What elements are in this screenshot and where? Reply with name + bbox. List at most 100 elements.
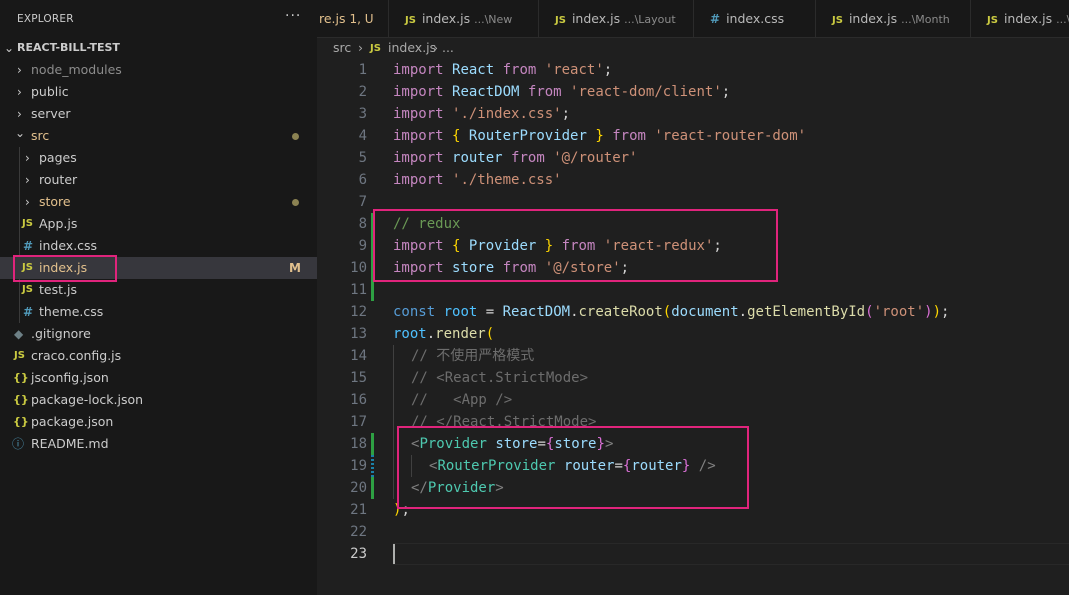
tab-label: index.js bbox=[1003, 11, 1053, 26]
code-token: ; bbox=[721, 84, 731, 100]
tree-file-jsconfig[interactable]: {} jsconfig.json bbox=[0, 367, 317, 389]
tab-index-js-extra[interactable]: JS index.js ...\ bbox=[971, 0, 1069, 38]
chevron-down-icon: ⌄ bbox=[15, 126, 26, 140]
line-number: 15 bbox=[350, 370, 367, 386]
tree-file-readme[interactable]: ⓘ README.md bbox=[0, 433, 317, 455]
tree-folder-store[interactable]: › store bbox=[0, 191, 317, 213]
line-number: 7 bbox=[358, 194, 367, 210]
line-number: 14 bbox=[350, 348, 367, 364]
tree-item-label: test.js bbox=[39, 282, 77, 297]
tab-index-js-layout[interactable]: JS index.js ...\Layout bbox=[539, 0, 694, 38]
tree-folder-public[interactable]: › public bbox=[0, 81, 317, 103]
tree-item-label: package-lock.json bbox=[31, 392, 144, 407]
css-file-icon: # bbox=[23, 305, 34, 319]
tree-item-label: server bbox=[31, 106, 71, 121]
code-token: . bbox=[570, 304, 579, 320]
tree-file-package-lock[interactable]: {} package-lock.json bbox=[0, 389, 317, 411]
code-token: ) bbox=[924, 304, 933, 320]
highlight-box bbox=[373, 209, 778, 282]
tree-item-label: craco.config.js bbox=[31, 348, 122, 363]
code-token: './index.css' bbox=[452, 106, 562, 122]
json-file-icon: {} bbox=[13, 415, 29, 428]
tree-item-label: store bbox=[39, 194, 71, 209]
line-number: 22 bbox=[350, 524, 367, 540]
tree-file-gitignore[interactable]: ◆ .gitignore bbox=[0, 323, 317, 345]
tab-re-js[interactable]: re.js 1, U bbox=[317, 0, 389, 38]
explorer-header: EXPLORER ··· bbox=[0, 0, 317, 38]
code-token: 'root' bbox=[873, 304, 925, 320]
js-file-icon: JS bbox=[22, 284, 33, 295]
tree-file-package-json[interactable]: {} package.json bbox=[0, 411, 317, 433]
git-added-marker bbox=[371, 477, 374, 499]
js-file-icon: JS bbox=[987, 15, 998, 26]
tab-label: index.js bbox=[571, 11, 621, 26]
code-token: ; bbox=[603, 62, 613, 78]
code-token: = bbox=[485, 304, 495, 320]
code-line: // <App /> bbox=[411, 392, 513, 408]
code-token: ) bbox=[932, 304, 942, 320]
tree-file-test-js[interactable]: JS test.js bbox=[0, 279, 317, 301]
tree-folder-node-modules[interactable]: › node_modules bbox=[0, 59, 317, 81]
line-number: 8 bbox=[358, 216, 367, 232]
code-token: 'react' bbox=[544, 62, 604, 78]
tree-item-label: src bbox=[31, 128, 50, 143]
tree-folder-server[interactable]: › server bbox=[0, 103, 317, 125]
line-number: 16 bbox=[350, 392, 367, 408]
tree-folder-src[interactable]: ⌄ src bbox=[0, 125, 317, 147]
tab-description: 1, U bbox=[349, 12, 374, 26]
tree-folder-pages[interactable]: › pages bbox=[0, 147, 317, 169]
css-file-icon: # bbox=[23, 239, 34, 253]
tree-item-label: pages bbox=[39, 150, 77, 165]
code-token: import bbox=[393, 84, 444, 100]
chevron-right-icon: › bbox=[17, 63, 22, 77]
code-token: } bbox=[595, 128, 604, 144]
tree-item-label: theme.css bbox=[39, 304, 104, 319]
code-token: router bbox=[452, 150, 503, 166]
code-line: import router from '@/router' bbox=[393, 147, 637, 169]
tree-folder-router[interactable]: › router bbox=[0, 169, 317, 191]
tree-file-theme-css[interactable]: # theme.css bbox=[0, 301, 317, 323]
git-added-marker bbox=[371, 433, 374, 455]
tab-label: index.js bbox=[421, 11, 471, 26]
tab-index-js-month[interactable]: JS index.js ...\Month bbox=[816, 0, 971, 38]
code-line: root.render( bbox=[393, 323, 494, 345]
code-token: import bbox=[393, 106, 444, 122]
code-token: import bbox=[393, 62, 444, 78]
breadcrumb-tail[interactable]: › ... bbox=[433, 38, 454, 58]
code-token: ( bbox=[485, 326, 495, 342]
tree-item-label: package.json bbox=[31, 414, 114, 429]
code-token: root bbox=[443, 304, 478, 320]
current-line-highlight bbox=[393, 543, 1069, 565]
breadcrumb-file[interactable]: index.js bbox=[388, 38, 436, 58]
tab-label: index.css bbox=[726, 11, 785, 26]
line-number: 5 bbox=[358, 150, 367, 166]
project-root[interactable]: ⌄ REACT-BILL-TEST bbox=[0, 37, 317, 59]
code-token: import bbox=[393, 128, 444, 144]
code-token: ; bbox=[941, 304, 950, 320]
code-token: ; bbox=[561, 106, 571, 122]
line-number: 6 bbox=[358, 172, 367, 188]
line-number: 18 bbox=[350, 436, 367, 452]
code-token: createRoot bbox=[578, 304, 663, 320]
tab-label: index.js bbox=[848, 11, 898, 26]
more-actions-icon[interactable]: ··· bbox=[285, 8, 301, 24]
tab-index-js-new[interactable]: JS index.js ...\New bbox=[389, 0, 539, 38]
tab-description: ...\New bbox=[474, 13, 513, 26]
line-number: 10 bbox=[350, 260, 367, 276]
git-modified-marker bbox=[371, 455, 374, 477]
code-token: . bbox=[738, 304, 748, 320]
tree-file-app-js[interactable]: JS App.js bbox=[0, 213, 317, 235]
tree-file-craco-config[interactable]: JS craco.config.js bbox=[0, 345, 317, 367]
code-token: const bbox=[393, 304, 436, 320]
code-line: // <React.StrictMode> bbox=[411, 370, 589, 386]
code-line: import React from 'react'; bbox=[393, 59, 612, 81]
tree-file-index-css[interactable]: # index.css bbox=[0, 235, 317, 257]
code-editor[interactable]: 1 2 3 4 5 6 7 8 9 10 11 12 13 14 15 16 1… bbox=[317, 58, 1069, 595]
breadcrumb-folder[interactable]: src bbox=[333, 38, 351, 58]
tab-index-css[interactable]: # index.css bbox=[694, 0, 816, 38]
code-token: from bbox=[612, 128, 646, 144]
code-token: React bbox=[452, 62, 495, 78]
line-number: 9 bbox=[358, 238, 367, 254]
tree-item-label: router bbox=[39, 172, 78, 187]
modified-badge: M bbox=[289, 261, 301, 275]
